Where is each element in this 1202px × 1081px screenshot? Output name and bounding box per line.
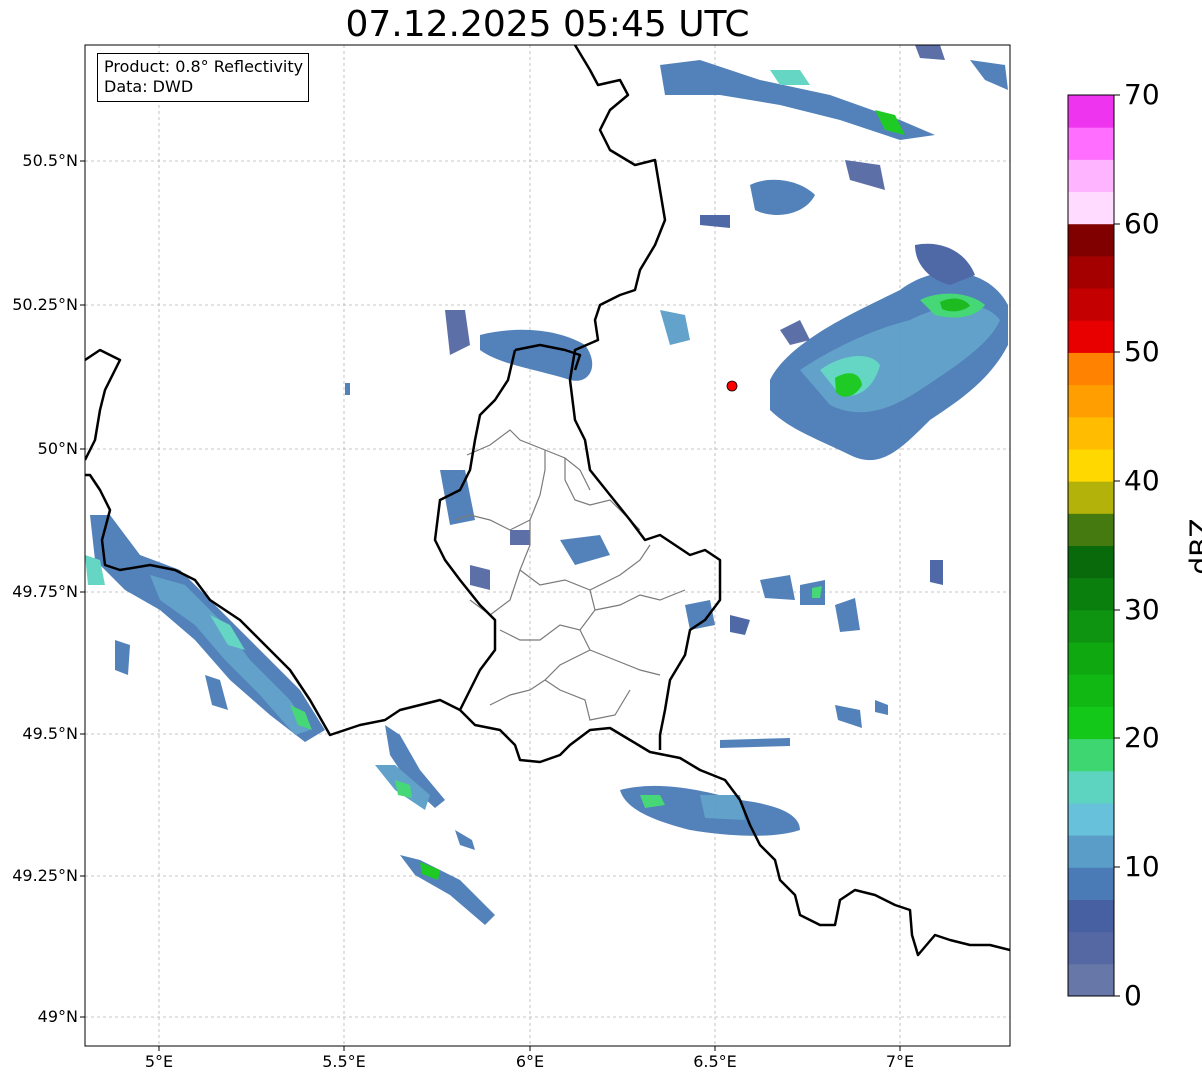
colorbar-segment (1068, 95, 1114, 128)
colorbar-segment (1068, 352, 1114, 386)
lon-tick-label: 6.5°E (693, 1052, 737, 1071)
colorbar-segment (1068, 481, 1114, 514)
colorbar-segment (1068, 738, 1114, 772)
colorbar-segment (1068, 255, 1114, 289)
colorbar-segment (1068, 577, 1114, 611)
colorbar-segment (1068, 706, 1114, 740)
colorbar-segment (1068, 159, 1114, 193)
lat-tick-label: 50.5°N (22, 151, 78, 170)
colorbar-tick-label: 20 (1124, 721, 1160, 754)
colorbar-segment (1068, 448, 1114, 482)
colorbar-segment (1068, 288, 1114, 321)
product-info-box: Product: 0.8° Reflectivity Data: DWD (97, 53, 310, 102)
colorbar-tick-label: 40 (1124, 464, 1160, 497)
colorbar-segment (1068, 320, 1114, 353)
colorbar-segment (1068, 191, 1114, 225)
colorbar-segment (1068, 513, 1114, 546)
colorbar-segment (1068, 384, 1114, 418)
lat-tick-label: 50°N (37, 439, 78, 458)
lat-tick-label: 49°N (37, 1007, 78, 1026)
product-label: Product: 0.8° Reflectivity (104, 57, 304, 76)
radar-map (80, 44, 1120, 1051)
colorbar-segment (1068, 963, 1114, 997)
colorbar-tick-label: 70 (1124, 78, 1160, 111)
colorbar-segment (1068, 416, 1114, 450)
colorbar-tick-label: 10 (1124, 850, 1160, 883)
colorbar-segment (1068, 835, 1114, 868)
colorbar-segment (1068, 899, 1114, 933)
lon-tick-label: 5°E (144, 1052, 174, 1071)
gridlines (85, 45, 1010, 1046)
colorbar-tick-label: 60 (1124, 207, 1160, 240)
lon-tick-label: 5.5°E (322, 1052, 366, 1071)
map-frame (84, 44, 1011, 1047)
lat-tick-label: 49.75°N (12, 582, 78, 601)
colorbar-segment (1068, 770, 1114, 804)
lon-tick-label: 7°E (885, 1052, 915, 1071)
colorbar-label: dBZ (1183, 518, 1202, 575)
lat-tick-label: 49.25°N (12, 866, 78, 885)
lon-tick-label: 6°E (515, 1052, 545, 1071)
colorbar-ticks (1114, 94, 1120, 997)
colorbar-segment (1068, 642, 1114, 675)
reflectivity-echoes (85, 45, 1008, 925)
radar-site-marker (726, 380, 738, 392)
colorbar (1068, 95, 1114, 997)
colorbar-segment (1068, 127, 1114, 160)
colorbar-tick-label: 30 (1124, 593, 1160, 626)
lat-tick-label: 50.25°N (12, 295, 78, 314)
colorbar-segment (1068, 223, 1114, 257)
colorbar-segment (1068, 674, 1114, 707)
colorbar-segment (1068, 802, 1114, 836)
colorbar-tick-label: 0 (1124, 979, 1142, 1012)
colorbar-segment (1068, 867, 1114, 900)
colorbar-segment (1068, 545, 1114, 579)
colorbar-segment (1068, 931, 1114, 965)
colorbar-segment (1068, 609, 1114, 643)
lat-tick-label: 49.5°N (22, 724, 78, 743)
colorbar-tick-label: 50 (1124, 335, 1160, 368)
data-source-label: Data: DWD (104, 77, 194, 96)
